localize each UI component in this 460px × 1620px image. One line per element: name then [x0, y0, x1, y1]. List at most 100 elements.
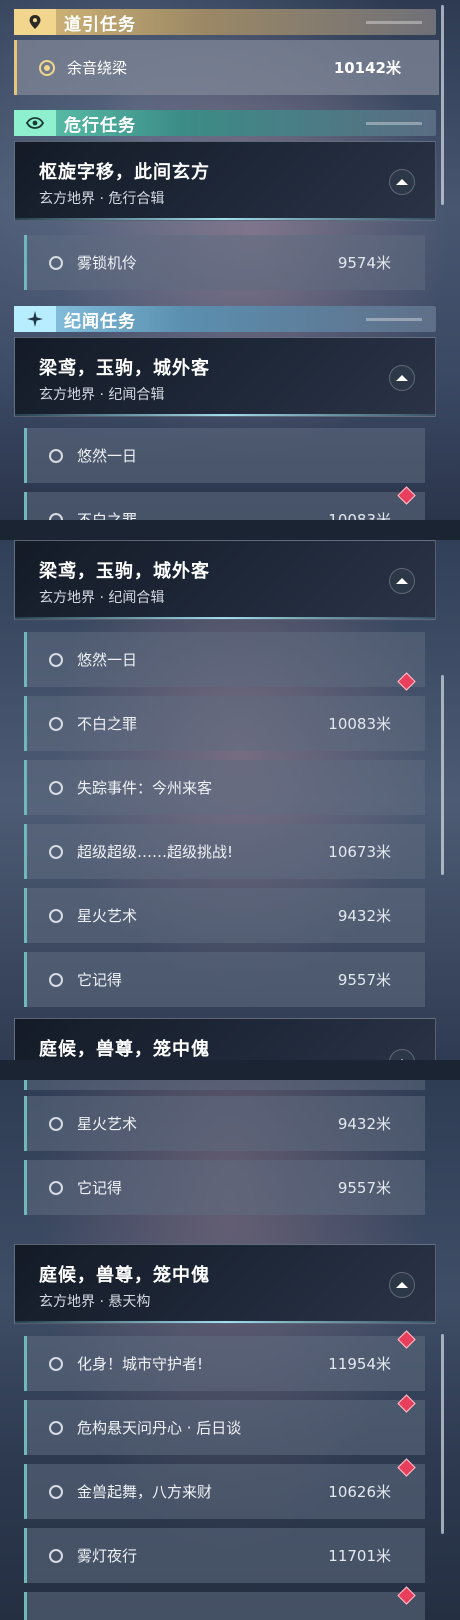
quest-distance: 9557米 [337, 971, 391, 989]
quest-item[interactable]: 化身！城市守护者! 11954米 [24, 1336, 425, 1391]
quest-name: 余音绕梁 [67, 59, 128, 77]
quest-item[interactable]: 它记得 9557米 [24, 952, 425, 1007]
quest-item[interactable]: 雾灯夜行 11701米 [24, 1528, 425, 1583]
quest-item[interactable]: 危构悬天问丹心 · 后日谈 [24, 1400, 425, 1455]
quest-name: 雾锁机伶 [77, 254, 138, 272]
quest-item[interactable]: 雾锁机伶 9574米 [24, 235, 425, 290]
quest-distance: 10673米 [328, 843, 391, 861]
circle-icon [49, 716, 63, 731]
quest-distance: 11954米 [328, 1355, 391, 1373]
location-pin-icon [14, 9, 56, 35]
section-header-danger: 危行任务 [14, 110, 436, 136]
quest-distance: 10083米 [328, 715, 391, 733]
quest-item[interactable]: 金兽起舞，八方来财 10626米 [24, 1464, 425, 1519]
quest-name: 不白之罪 [77, 715, 138, 733]
quest-item[interactable]: 它记得 9557米 [24, 1160, 425, 1215]
quest-name: 它记得 [77, 1179, 123, 1197]
card-subtitle: 玄方地界 · 纪闻合辑 [39, 387, 165, 403]
divider [15, 1321, 435, 1323]
collapse-arrow-icon [396, 1059, 408, 1060]
quest-item[interactable]: 不白之罪 10083米 [24, 696, 425, 751]
quest-name: 危构悬天问丹心 · 后日谈 [77, 1419, 242, 1437]
collapse-arrow-icon [396, 578, 408, 584]
radio-selected-icon [39, 59, 55, 76]
quest-distance: 9574米 [337, 254, 391, 272]
collapse-button[interactable] [389, 169, 415, 195]
circle-icon [49, 512, 63, 520]
collapse-button[interactable] [389, 1272, 415, 1298]
divider [15, 617, 435, 619]
panel-pavilion-list: 星火艺术 9432米 它记得 9557米 庭候，兽尊，笼中傀 玄方地界 · 悬天… [0, 1080, 460, 1620]
circle-icon [49, 1420, 63, 1435]
circle-icon [49, 1356, 63, 1371]
decoration [366, 121, 422, 125]
circle-icon [49, 1548, 63, 1563]
card-title: 庭候，兽尊，笼中傀 [39, 1265, 210, 1286]
collapse-button[interactable] [389, 1049, 415, 1060]
decoration [366, 317, 422, 321]
quest-name: 它记得 [77, 971, 123, 989]
card-title: 梁鸢，玉驹，城外客 [39, 561, 210, 582]
circle-icon [49, 448, 63, 463]
quest-name: 雾灯夜行 [77, 1547, 138, 1565]
circle-icon [49, 1180, 63, 1195]
panel-record-list: 梁鸢，玉驹，城外客 玄方地界 · 纪闻合辑 悠然一日 不白之罪 10083米 失… [0, 540, 460, 1060]
quest-name: 不白之罪 [77, 511, 138, 520]
circle-icon [49, 844, 63, 859]
quest-name: 金兽起舞，八方来财 [77, 1483, 213, 1501]
quest-card-record[interactable]: 梁鸢，玉驹，城外客 玄方地界 · 纪闻合辑 [14, 337, 436, 417]
circle-icon [49, 780, 63, 795]
quest-item[interactable]: 超级超级……超级挑战! 10673米 [24, 824, 425, 879]
divider [15, 218, 435, 220]
quest-card-pavilion[interactable]: 庭候，兽尊，笼中傀 玄方地界 · 悬天构 [14, 1244, 436, 1324]
quest-name: 超级超级……超级挑战! [77, 843, 234, 861]
collapse-button[interactable] [389, 365, 415, 391]
quest-name: 失踪事件：今州来客 [77, 779, 213, 797]
scrollbar[interactable] [441, 675, 444, 875]
quest-item[interactable]: 不白之罪 10083米 [24, 492, 425, 520]
quest-item[interactable]: 悠然一日 [24, 632, 425, 687]
circle-icon [49, 972, 63, 987]
quest-item[interactable]: 星火艺术 9432米 [24, 1096, 425, 1151]
quest-name: 星火艺术 [77, 1115, 138, 1133]
section-title: 危行任务 [64, 115, 136, 136]
quest-name: 悠然一日 [77, 651, 138, 669]
guide-quest-item[interactable]: 余音绕梁 10142米 [14, 40, 439, 95]
circle-icon [49, 652, 63, 667]
quest-card-danger[interactable]: 枢旋字移，此间玄方 玄方地界 · 危行合辑 [14, 141, 436, 221]
scrollbar[interactable] [441, 1334, 444, 1534]
section-header-record: 纪闻任务 [14, 306, 436, 332]
card-subtitle: 玄方地界 · 危行合辑 [39, 191, 165, 207]
danger-eye-icon [14, 110, 56, 136]
section-title: 纪闻任务 [64, 311, 136, 332]
quest-distance: 9432米 [337, 1115, 391, 1133]
quest-distance: 10142米 [333, 59, 401, 77]
collapse-arrow-icon [396, 179, 408, 185]
quest-distance: 9557米 [337, 1179, 391, 1197]
quest-card-next[interactable]: 庭候，兽尊，笼中傀 [14, 1018, 436, 1060]
quest-distance: 9432米 [337, 907, 391, 925]
card-subtitle: 玄方地界 · 悬天构 [39, 1294, 151, 1310]
quest-card-record[interactable]: 梁鸢，玉驹，城外客 玄方地界 · 纪闻合辑 [14, 540, 436, 620]
quest-item-partial[interactable] [24, 1592, 425, 1620]
card-subtitle: 玄方地界 · 纪闻合辑 [39, 590, 165, 606]
divider [15, 414, 435, 416]
quest-item-partial[interactable] [24, 1080, 425, 1090]
quest-item[interactable]: 失踪事件：今州来客 [24, 760, 425, 815]
sparkle-icon [14, 306, 56, 332]
quest-item[interactable]: 星火艺术 9432米 [24, 888, 425, 943]
collapse-button[interactable] [389, 568, 415, 594]
card-title: 梁鸢，玉驹，城外客 [39, 358, 210, 379]
section-title: 道引任务 [64, 14, 136, 35]
quest-distance: 10083米 [328, 511, 391, 520]
collapse-arrow-icon [396, 1282, 408, 1288]
card-title: 庭候，兽尊，笼中傀 [39, 1039, 210, 1060]
collapse-arrow-icon [396, 375, 408, 381]
circle-icon [49, 908, 63, 923]
circle-icon [49, 255, 63, 270]
quest-name: 悠然一日 [77, 447, 138, 465]
section-header-guide: 道引任务 [14, 9, 436, 35]
circle-icon [49, 1484, 63, 1499]
quest-item[interactable]: 悠然一日 [24, 428, 425, 483]
scrollbar[interactable] [441, 5, 444, 205]
